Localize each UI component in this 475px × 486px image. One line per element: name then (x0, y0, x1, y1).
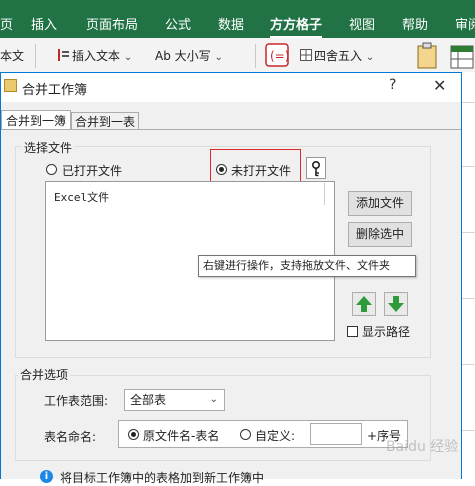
sheet-range-select[interactable]: 全部表 ⌄ (124, 389, 225, 411)
merge-options-label: 合并选项 (18, 366, 71, 383)
radio-opened-files-label: 已打开文件 (62, 164, 123, 178)
dialog-title: 合并工作簿 (22, 83, 88, 98)
chevron-down-icon: ⌄ (209, 394, 218, 405)
chevron-down-icon: ⌄ (214, 52, 223, 63)
sheet-range-label: 工作表范围: (44, 394, 109, 408)
file-group-label: 选择文件 (22, 139, 75, 156)
ribbon-tab-view[interactable]: 视图 (349, 14, 375, 33)
formula-icon[interactable]: (=) (264, 42, 290, 68)
sheet-range-value: 全部表 (130, 393, 167, 407)
show-path-checkbox[interactable] (347, 326, 358, 337)
baidu-watermark: Baidu 经验 (386, 439, 459, 455)
close-button[interactable]: ✕ (433, 76, 446, 95)
grid-line (462, 430, 475, 431)
ribbon-tab-insert[interactable]: 插入 (31, 14, 57, 33)
radio-custom-name[interactable] (240, 429, 251, 440)
clipboard-icon[interactable] (415, 42, 441, 70)
key-icon (310, 160, 322, 181)
radio-unopened-files[interactable] (216, 164, 227, 175)
add-file-button[interactable]: 添加文件 (348, 191, 412, 216)
ribbon-tab-home[interactable]: 页 (0, 14, 13, 33)
radio-custom-name-label: 自定义: (255, 429, 296, 443)
tab-merge-to-sheet[interactable]: 合并到一表 (71, 112, 139, 130)
toolbar-divider (255, 44, 256, 68)
custom-name-input[interactable] (310, 423, 362, 445)
case-label: Ab 大小写 (155, 49, 211, 63)
tab-merge-to-workbook[interactable]: 合并到一簿 (1, 110, 71, 130)
arrow-down-icon (385, 296, 407, 319)
ribbon-tab-fangfang[interactable]: 方方格子 (270, 14, 323, 39)
radio-original-name[interactable] (128, 429, 139, 440)
insert-text-label: 插入文本 (72, 49, 121, 63)
column-divider (324, 183, 325, 205)
list-column-header: Excel文件 (54, 191, 110, 204)
info-icon: i (40, 470, 53, 483)
radio-opened-files[interactable] (46, 164, 57, 175)
grid-line (462, 364, 475, 365)
insert-text-icon (58, 49, 69, 61)
merge-options-group (15, 375, 431, 461)
grid-line (462, 298, 475, 299)
info-text: 将目标工作簿中的表格加到新工作簿中 (60, 471, 265, 485)
move-down-button[interactable] (384, 292, 408, 316)
ribbon-tab-help[interactable]: 帮助 (402, 14, 428, 33)
sheet-name-label: 表名命名: (44, 430, 97, 444)
round-button[interactable]: 四舍五入 ⌄ (300, 47, 374, 64)
show-path-label: 显示路径 (362, 325, 411, 339)
help-button[interactable]: ? (389, 77, 396, 93)
insert-text-button[interactable]: 插入文本 ⌄ (58, 47, 132, 64)
toolbar-divider (35, 44, 36, 68)
grid-line (462, 166, 475, 167)
move-up-button[interactable] (352, 292, 376, 316)
ribbon-tab-page-layout[interactable]: 页面布局 (86, 14, 138, 33)
radio-unopened-files-label: 未打开文件 (231, 164, 292, 178)
delete-selected-button[interactable]: 删除选中 (348, 222, 412, 247)
key-button[interactable] (306, 157, 326, 179)
sheet-area (462, 72, 475, 479)
svg-text:(=): (=) (270, 49, 289, 63)
case-button[interactable]: Ab 大小写 ⌄ (155, 47, 223, 64)
app-icon (4, 79, 17, 92)
ribbon-tab-data[interactable]: 数据 (218, 14, 244, 33)
tab-divider (1, 129, 461, 130)
arrow-up-icon (353, 296, 375, 319)
radio-original-name-label: 原文件名-表名 (143, 429, 220, 443)
round-label: 四舍五入 (314, 49, 363, 63)
toolbar-text-button[interactable]: 本文 (0, 47, 24, 64)
ribbon-tab-review[interactable]: 审阅 (455, 14, 475, 33)
ribbon-tab-formulas[interactable]: 公式 (165, 14, 191, 33)
round-icon (300, 49, 312, 61)
grid-line (462, 232, 475, 233)
chevron-down-icon: ⌄ (365, 52, 375, 63)
grid-line (462, 102, 475, 103)
drag-drop-tooltip: 右键进行操作，支持拖放文件、文件夹 (198, 255, 416, 277)
table-icon[interactable] (449, 44, 475, 70)
chevron-down-icon: ⌄ (123, 52, 133, 63)
